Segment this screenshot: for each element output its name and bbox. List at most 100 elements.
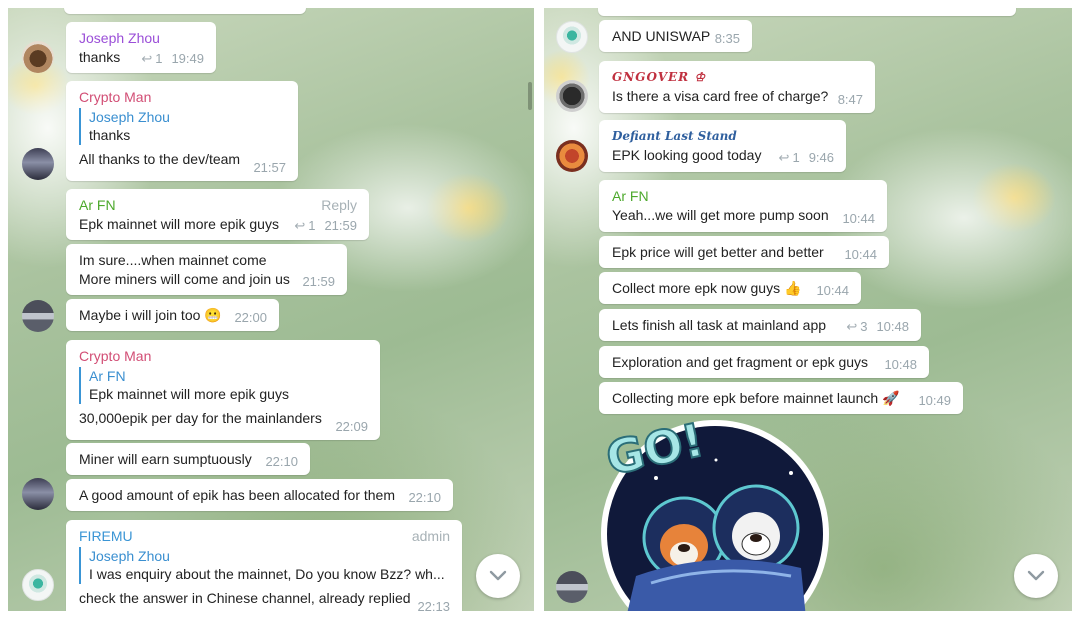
message-time: 10:44 [844, 247, 877, 262]
message-time: 10:44 [816, 283, 849, 298]
message-time: 21:59 [302, 274, 335, 289]
message-meta: 22:10 [265, 454, 298, 469]
sender-name[interactable]: FIREMU [79, 527, 449, 545]
message-bubble[interactable]: Im sure....when mainnet come More miners… [66, 244, 347, 295]
message-meta: 8:35 [715, 31, 740, 46]
quote-sender: Ar FN [89, 368, 126, 384]
sender-name[interactable]: GNGOVER ♔ [612, 68, 862, 86]
avatar-ar-fn[interactable] [22, 300, 54, 332]
message-bubble[interactable]: Epk price will get better and better 10:… [599, 236, 889, 268]
message-text: 30,000epik per day for the mainlanders [79, 410, 322, 426]
reply-arrow-icon: ↩ [294, 218, 306, 233]
quote-text: I was enquiry about the mainnet, Do you … [89, 566, 445, 582]
message-time: 8:47 [837, 92, 863, 107]
reply-count[interactable]: 3 [860, 319, 867, 334]
message-bubble[interactable]: Crypto Man Joseph Zhou thanks All thanks… [66, 81, 298, 181]
avatar-joseph-zhou[interactable] [22, 41, 54, 73]
sender-name[interactable]: Crypto Man [79, 347, 367, 365]
chat-panel-right: AND UNISWAP 8:35 GNGOVER ♔ Is there a vi… [544, 8, 1072, 611]
message-meta: 21:59 [302, 274, 335, 289]
message-bubble[interactable]: Defiant Last Stand EPK looking good toda… [599, 120, 846, 172]
reply-arrow-icon: ↩ [141, 51, 153, 66]
sender-name[interactable]: Crypto Man [79, 88, 285, 106]
message-bubble[interactable]: GNGOVER ♔ Is there a visa card free of c… [599, 61, 875, 113]
sender-name[interactable]: Joseph Zhou [79, 29, 203, 47]
scroll-to-bottom-button[interactable] [1014, 554, 1058, 598]
reply-count[interactable]: 1 [792, 150, 799, 165]
message-bubble[interactable]: FIREMU admin Joseph Zhou I was enquiry a… [66, 520, 462, 611]
quote-text: thanks [89, 127, 131, 143]
message-bubble-partial[interactable] [64, 8, 306, 14]
avatar-firemu[interactable] [22, 569, 54, 601]
message-bubble[interactable]: Collect more epk now guys 👍 10:44 [599, 272, 861, 304]
chevron-down-icon [1027, 570, 1045, 581]
message-text: Is there a visa card free of charge? [612, 88, 829, 104]
message-meta: ↩ 3 10:48 [846, 319, 909, 335]
scroll-to-bottom-button[interactable] [476, 554, 520, 598]
message-meta: 22:13 [417, 599, 450, 611]
message-bubble[interactable]: Crypto Man Ar FN Epk mainnet will more e… [66, 340, 380, 440]
message-bubble-partial[interactable] [598, 8, 1016, 16]
message-time: 22:09 [335, 419, 368, 434]
sticker-go-astronaut-dogs[interactable]: GO! [596, 411, 836, 611]
message-time: 10:48 [876, 319, 909, 334]
message-time: 22:00 [234, 310, 267, 325]
message-time: 22:10 [408, 490, 441, 505]
message-meta: 10:44 [842, 211, 875, 226]
reply-arrow-icon: ↩ [778, 150, 790, 165]
message-time: 9:46 [808, 150, 834, 165]
message-bubble[interactable]: Collecting more epk before mainnet launc… [599, 382, 963, 414]
avatar-user[interactable] [556, 571, 588, 603]
sender-name[interactable]: Ar FN [79, 196, 356, 214]
scrollbar-thumb[interactable] [528, 82, 532, 110]
message-meta: 22:09 [335, 419, 368, 434]
message-bubble[interactable]: Ar FN Yeah...we will get more pump soon … [599, 180, 887, 232]
reply-quote[interactable]: Joseph Zhou thanks [79, 108, 285, 145]
message-meta: ↩ 1 9:46 [779, 150, 834, 166]
reply-quote[interactable]: Joseph Zhou I was enquiry about the main… [79, 547, 449, 584]
message-time: 22:13 [417, 599, 450, 611]
quote-text: Epk mainnet will more epik guys [89, 386, 289, 402]
reply-quote[interactable]: Ar FN Epk mainnet will more epik guys [79, 367, 367, 404]
avatar-user[interactable] [556, 21, 588, 53]
message-bubble[interactable]: A good amount of epik has been allocated… [66, 479, 453, 511]
avatar-crypto-man[interactable] [22, 148, 54, 180]
message-bubble[interactable]: Exploration and get fragment or epk guys… [599, 346, 929, 378]
message-time: 10:48 [884, 357, 917, 372]
quote-sender: Joseph Zhou [89, 109, 170, 125]
avatar-crypto-man[interactable] [22, 478, 54, 510]
message-bubble[interactable]: Miner will earn sumptuously 22:10 [66, 443, 310, 475]
message-time: 10:44 [842, 211, 875, 226]
message-time: 10:49 [918, 393, 951, 408]
reply-count[interactable]: 1 [155, 51, 162, 66]
avatar-gngover[interactable] [556, 80, 588, 112]
message-meta: 10:49 [918, 393, 951, 408]
admin-badge: admin [411, 528, 450, 544]
reply-count[interactable]: 1 [308, 218, 315, 233]
avatar-defiant-last-stand[interactable] [556, 140, 588, 172]
message-bubble[interactable]: AND UNISWAP 8:35 [599, 20, 752, 52]
sender-name[interactable]: Defiant Last Stand [612, 127, 833, 145]
message-time: 8:35 [714, 31, 740, 46]
message-meta: 10:48 [884, 357, 917, 372]
message-text: More miners will come and join us [79, 271, 290, 287]
message-meta: ↩ 1 19:49 [141, 51, 204, 67]
message-meta: 10:44 [816, 283, 849, 298]
reply-arrow-icon: ↩ [846, 319, 858, 334]
message-bubble[interactable]: Lets finish all task at mainland app ↩ 3 1… [599, 309, 921, 341]
message-time: 21:59 [324, 218, 357, 233]
chat-panel-left: Joseph Zhou thanks ↩ 1 19:49 Crypto Man Jo… [8, 8, 534, 611]
message-text: Miner will earn sumptuously [79, 451, 252, 467]
message-bubble[interactable]: Maybe i will join too 😬 22:00 [66, 299, 279, 331]
reply-action-button[interactable]: Reply [321, 197, 357, 213]
message-text: A good amount of epik has been allocated… [79, 487, 395, 503]
message-time: 19:49 [171, 51, 204, 66]
sender-name[interactable]: Ar FN [612, 187, 874, 205]
message-bubble[interactable]: Ar FN Reply Epk mainnet will more epik g… [66, 189, 369, 240]
message-bubble[interactable]: Joseph Zhou thanks ↩ 1 19:49 [66, 22, 216, 73]
message-text: Exploration and get fragment or epk guys [612, 354, 869, 370]
message-time: 21:57 [253, 160, 286, 175]
message-text: Epk price will get better and better [612, 244, 824, 260]
message-text: Yeah...we will get more pump soon [612, 207, 829, 223]
message-meta: 8:47 [838, 92, 863, 107]
